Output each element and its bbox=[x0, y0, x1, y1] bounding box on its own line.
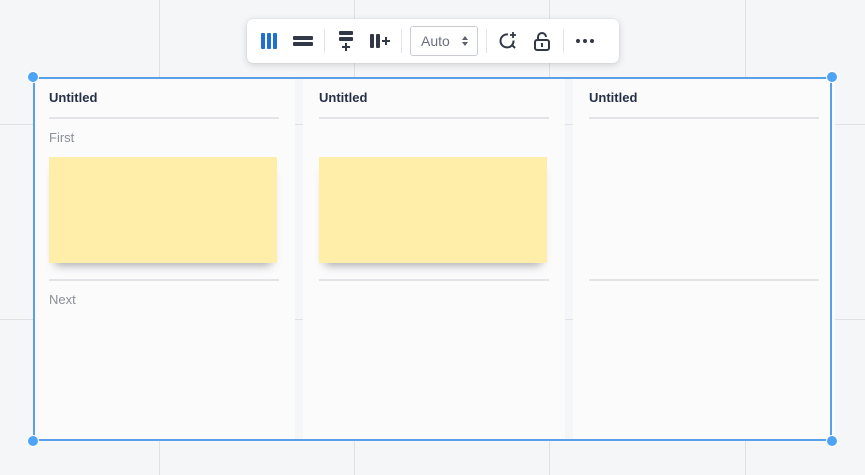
add-comment-button[interactable] bbox=[491, 24, 525, 58]
resize-handle-bottom-right[interactable] bbox=[826, 435, 838, 447]
add-comment-icon bbox=[499, 32, 516, 49]
rows-icon bbox=[293, 36, 313, 46]
toolbar-separator bbox=[324, 29, 325, 53]
more-options-button[interactable] bbox=[568, 24, 602, 58]
add-row-icon bbox=[339, 31, 353, 51]
columns-layout-button[interactable] bbox=[252, 24, 286, 58]
add-column-button[interactable] bbox=[363, 24, 397, 58]
toolbar-separator bbox=[401, 29, 402, 53]
resize-handle-top-left[interactable] bbox=[27, 71, 39, 83]
size-select[interactable]: Auto bbox=[410, 26, 478, 56]
toolbar-separator bbox=[563, 29, 564, 53]
floating-toolbar: Auto bbox=[247, 19, 619, 63]
stepper-arrows-icon bbox=[462, 36, 468, 46]
lock-button[interactable] bbox=[525, 24, 559, 58]
more-icon bbox=[576, 39, 594, 43]
resize-handle-bottom-left[interactable] bbox=[27, 435, 39, 447]
toolbar-separator bbox=[486, 29, 487, 53]
resize-handle-top-right[interactable] bbox=[826, 71, 838, 83]
size-select-value: Auto bbox=[421, 33, 450, 49]
rows-layout-button[interactable] bbox=[286, 24, 320, 58]
selection-frame bbox=[33, 77, 832, 441]
add-row-button[interactable] bbox=[329, 24, 363, 58]
unlock-icon bbox=[534, 32, 550, 51]
columns-icon bbox=[261, 33, 277, 49]
add-column-icon bbox=[370, 34, 390, 48]
